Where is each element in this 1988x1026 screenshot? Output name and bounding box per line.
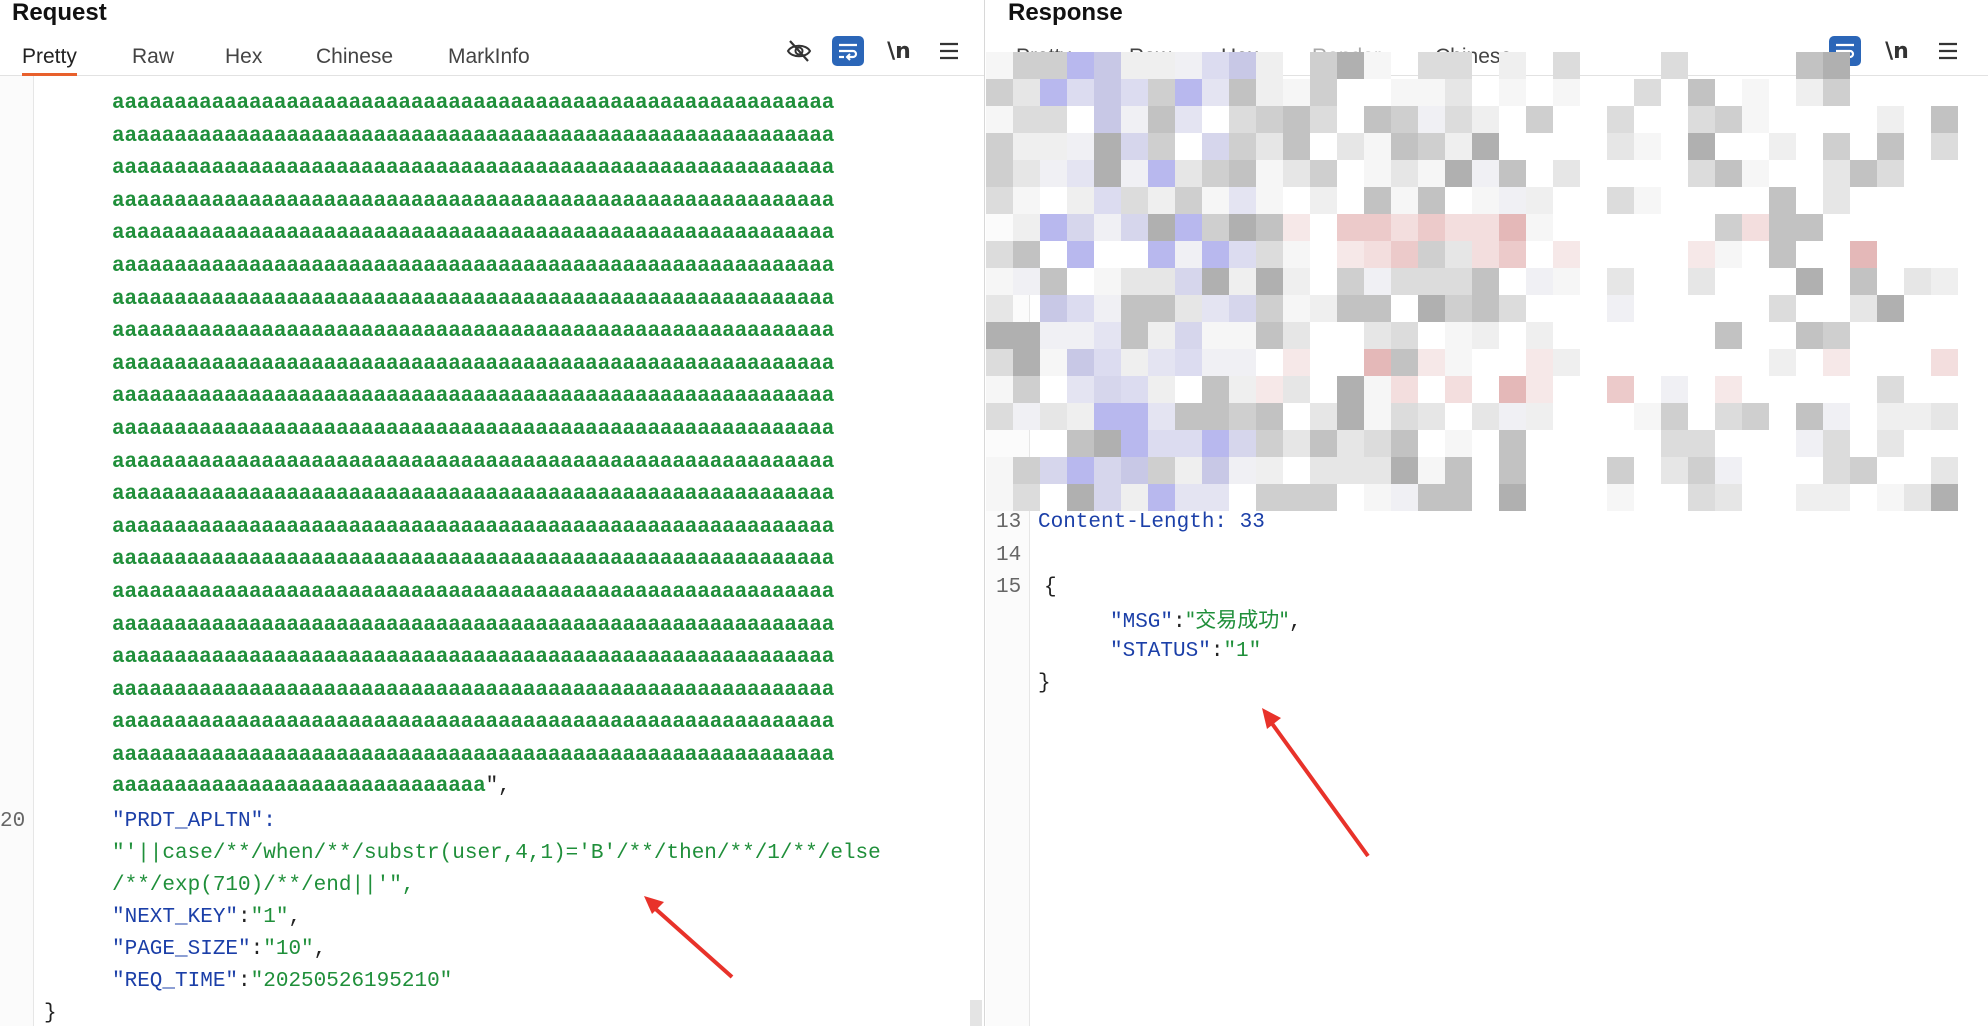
status-value: "1" [1223,640,1262,663]
req-time-row: "REQ_TIME":"20250526195210" [112,970,453,993]
filler-line: aaaaaaaaaaaaaaaaaaaaaaaaaaaaaaaaaaaaaaaa… [112,451,835,474]
line-number-15: 15 [996,576,1022,599]
red-arrow-request [644,896,734,979]
filler-last: aaaaaaaaaaaaaaaaaaaaaaaaaaaaaa [112,775,486,798]
filler-line: aaaaaaaaaaaaaaaaaaaaaaaaaaaaaaaaaaaaaaaa… [112,125,835,148]
request-scrollbar[interactable] [970,1000,982,1026]
tab-raw[interactable]: Raw [132,42,174,76]
tab-chinese[interactable]: Chinese [316,42,393,76]
line-number-14: 14 [996,544,1022,567]
filler-line: aaaaaaaaaaaaaaaaaaaaaaaaaaaaaaaaaaaaaaaa… [112,418,835,441]
response-close-brace: } [1038,672,1051,695]
filler-line: aaaaaaaaaaaaaaaaaaaaaaaaaaaaaaaaaaaaaaaa… [112,385,835,408]
filler-line: aaaaaaaaaaaaaaaaaaaaaaaaaaaaaaaaaaaaaaaa… [112,679,835,702]
filler-line: aaaaaaaaaaaaaaaaaaaaaaaaaaaaaaaaaaaaaaaa… [112,255,835,278]
msg-value: "交易成功" [1185,608,1289,632]
filler-line: aaaaaaaaaaaaaaaaaaaaaaaaaaaaaaaaaaaaaaaa… [112,222,835,245]
filler-line: aaaaaaaaaaaaaaaaaaaaaaaaaaaaaaaaaaaaaaaa… [112,157,835,180]
msg-key: "MSG" [1110,611,1174,634]
page-size-row: "PAGE_SIZE":"10", [112,938,327,961]
wrap-icon[interactable] [832,36,864,66]
filler-line: aaaaaaaaaaaaaaaaaaaaaaaaaaaaaaaaaaaaaaaa… [112,190,835,213]
filler-last-line: aaaaaaaaaaaaaaaaaaaaaaaaaaaaaa", [112,771,511,803]
prdt-value-line-2: /**/exp(710)/**/end||'", [112,874,415,897]
req-time-value: "20250526195210" [250,970,453,993]
page-size-key: "PAGE_SIZE" [112,938,251,961]
filler-line: aaaaaaaaaaaaaaaaaaaaaaaaaaaaaaaaaaaaaaaa… [112,288,835,311]
response-title: Response [1008,0,1123,26]
filler-line: aaaaaaaaaaaaaaaaaaaaaaaaaaaaaaaaaaaaaaaa… [112,548,835,571]
req-time-key: "REQ_TIME" [112,970,239,993]
redacted-headers-mosaic [986,52,1958,522]
tab-pretty[interactable]: Pretty [22,42,77,76]
filler-last-tail: ", [485,775,511,798]
hide-eye-icon[interactable] [782,34,816,68]
filler-line: aaaaaaaaaaaaaaaaaaaaaaaaaaaaaaaaaaaaaaaa… [112,744,835,767]
filler-line: aaaaaaaaaaaaaaaaaaaaaaaaaaaaaaaaaaaaaaaa… [112,646,835,669]
msg-row: "MSG":"交易成功", [1110,608,1302,634]
filler-line: aaaaaaaaaaaaaaaaaaaaaaaaaaaaaaaaaaaaaaaa… [112,581,835,604]
filler-line: aaaaaaaaaaaaaaaaaaaaaaaaaaaaaaaaaaaaaaaa… [112,92,835,115]
page-size-value: "10" [263,938,314,961]
filler-line: aaaaaaaaaaaaaaaaaaaaaaaaaaaaaaaaaaaaaaaa… [112,483,835,506]
prdt-key: "PRDT_APLTN": [112,810,276,833]
status-key: "STATUS" [1110,640,1211,663]
request-title: Request [12,0,107,26]
request-close-brace: } [44,1002,57,1025]
filler-line: aaaaaaaaaaaaaaaaaaaaaaaaaaaaaaaaaaaaaaaa… [112,614,835,637]
filler-line: aaaaaaaaaaaaaaaaaaaaaaaaaaaaaaaaaaaaaaaa… [112,320,835,343]
request-pane: Request Pretty Raw Hex Chinese MarkInfo … [0,0,985,1026]
next-key-row: "NEXT_KEY":"1", [112,906,302,929]
tab-hex[interactable]: Hex [225,42,262,76]
red-arrow-response [1262,708,1370,858]
filler-line: aaaaaaaaaaaaaaaaaaaaaaaaaaaaaaaaaaaaaaaa… [112,353,835,376]
filler-line: aaaaaaaaaaaaaaaaaaaaaaaaaaaaaaaaaaaaaaaa… [112,516,835,539]
status-row: "STATUS":"1" [1110,640,1262,663]
next-key-value: "1" [250,906,289,929]
newline-toggle[interactable]: \n [882,34,916,68]
request-gutter [0,76,34,1026]
line-number-20: 20 [0,810,26,833]
tab-markinfo[interactable]: MarkInfo [448,42,530,76]
prdt-value-line-1: "'||case/**/when/**/substr(user,4,1)='B'… [112,842,881,865]
response-open-brace: { [1044,576,1057,599]
filler-line: aaaaaaaaaaaaaaaaaaaaaaaaaaaaaaaaaaaaaaaa… [112,711,835,734]
next-key-key: "NEXT_KEY" [112,906,239,929]
menu-icon[interactable] [932,34,966,68]
